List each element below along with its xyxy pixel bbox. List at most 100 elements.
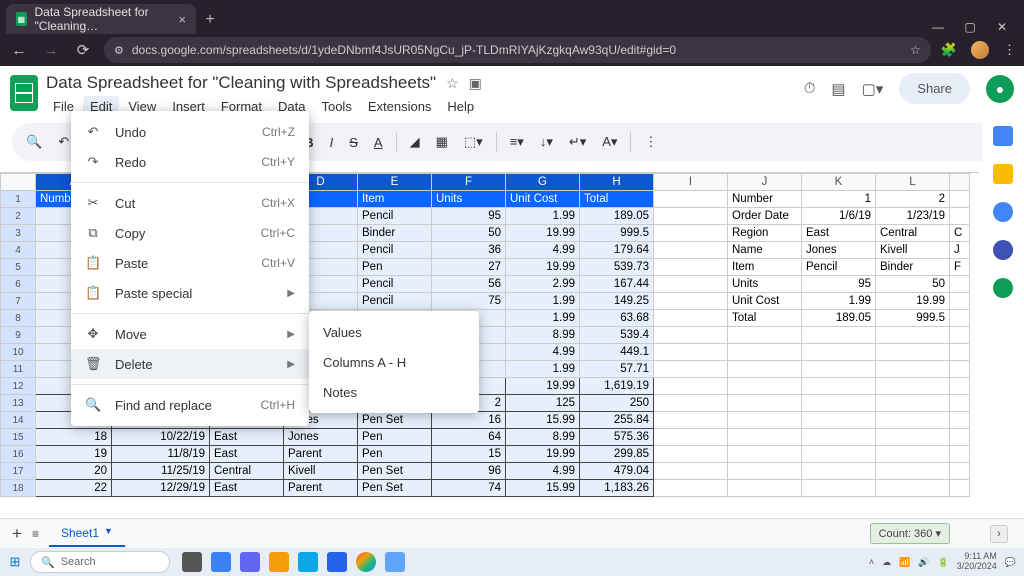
cell[interactable]: 56 [432, 276, 506, 293]
cell[interactable] [654, 327, 728, 344]
cell[interactable]: 189.05 [802, 310, 876, 327]
notifications-icon[interactable]: 💬 [1005, 557, 1016, 568]
cell[interactable]: 1.99 [506, 310, 580, 327]
delete-submenu-notes[interactable]: Notes [309, 377, 479, 407]
explorer-icon[interactable] [269, 552, 289, 572]
app-icon[interactable] [385, 552, 405, 572]
cell[interactable]: 19.99 [506, 378, 580, 395]
cell[interactable]: Name [728, 242, 802, 259]
row-header[interactable]: 4 [1, 242, 36, 259]
cell[interactable]: 189.05 [580, 208, 654, 225]
meet-icon[interactable]: ▢▾ [862, 80, 884, 98]
tasks-panel-icon[interactable] [993, 202, 1013, 222]
cell[interactable]: 1.99 [506, 208, 580, 225]
row-header[interactable]: 10 [1, 344, 36, 361]
cell[interactable] [728, 446, 802, 463]
cell[interactable]: Pen Set [358, 412, 432, 429]
cell[interactable] [654, 480, 728, 497]
tray-chevron-icon[interactable]: ˄ [869, 557, 874, 567]
cell[interactable]: 1.99 [506, 293, 580, 310]
cell[interactable] [654, 191, 728, 208]
cell[interactable]: 4.99 [506, 344, 580, 361]
cell[interactable] [950, 446, 970, 463]
edit-menu-delete[interactable]: 🗑Delete▶ [71, 349, 309, 379]
cell[interactable]: 2 [876, 191, 950, 208]
cell[interactable] [802, 378, 876, 395]
cell[interactable]: 1.99 [802, 293, 876, 310]
row-header[interactable]: 13 [1, 395, 36, 412]
search-tool-icon[interactable]: 🔍 [20, 130, 48, 154]
start-button[interactable]: ⊞ [0, 554, 30, 570]
cell[interactable] [950, 429, 970, 446]
all-sheets-button[interactable]: ≡ [32, 527, 39, 541]
cell[interactable]: Pencil [802, 259, 876, 276]
store-icon[interactable] [327, 552, 347, 572]
column-header-H[interactable]: H [580, 174, 654, 191]
cell[interactable] [654, 208, 728, 225]
cell[interactable] [876, 446, 950, 463]
cell[interactable] [728, 327, 802, 344]
row-header[interactable]: 1 [1, 191, 36, 208]
cell[interactable] [950, 208, 970, 225]
cell[interactable] [876, 344, 950, 361]
halign-button[interactable]: ≡▾ [504, 130, 530, 154]
cell[interactable]: 149.25 [580, 293, 654, 310]
cell[interactable] [654, 463, 728, 480]
cell[interactable]: 250 [580, 395, 654, 412]
widgets-icon[interactable] [211, 552, 231, 572]
cell[interactable] [950, 344, 970, 361]
cell[interactable]: 63.68 [580, 310, 654, 327]
text-color-button[interactable]: A [368, 131, 389, 154]
cell[interactable]: 12/29/19 [112, 480, 210, 497]
delete-submenu-values[interactable]: Values [309, 317, 479, 347]
row-header[interactable]: 5 [1, 259, 36, 276]
cell[interactable] [802, 429, 876, 446]
cell[interactable] [950, 327, 970, 344]
row-header[interactable]: 17 [1, 463, 36, 480]
cell[interactable] [950, 412, 970, 429]
cell[interactable]: 1,183.26 [580, 480, 654, 497]
edit-menu-paste-special[interactable]: 📋Paste special▶ [71, 278, 309, 308]
profile-avatar-icon[interactable] [971, 41, 989, 59]
row-header[interactable]: 15 [1, 429, 36, 446]
calendar-panel-icon[interactable] [993, 126, 1013, 146]
cell[interactable]: Units [728, 276, 802, 293]
row-header[interactable]: 11 [1, 361, 36, 378]
cell[interactable] [802, 463, 876, 480]
row-header[interactable]: 3 [1, 225, 36, 242]
cell[interactable]: 167.44 [580, 276, 654, 293]
column-header-G[interactable]: G [506, 174, 580, 191]
cell[interactable]: Kivell [876, 242, 950, 259]
row-header[interactable]: 18 [1, 480, 36, 497]
cell[interactable] [728, 463, 802, 480]
valign-button[interactable]: ↓▾ [534, 130, 559, 154]
cell[interactable]: Item [728, 259, 802, 276]
cell[interactable] [876, 412, 950, 429]
comments-icon[interactable]: ▤ [831, 80, 845, 98]
row-header[interactable]: 6 [1, 276, 36, 293]
cell[interactable]: 999.5 [876, 310, 950, 327]
fill-color-button[interactable]: ◢ [404, 130, 426, 154]
cell[interactable]: East [802, 225, 876, 242]
cell[interactable] [802, 344, 876, 361]
taskbar-search[interactable]: 🔍 Search [30, 551, 170, 573]
cell[interactable]: 16 [432, 412, 506, 429]
cell[interactable]: 96 [432, 463, 506, 480]
row-header[interactable]: 16 [1, 446, 36, 463]
cell[interactable]: Total [728, 310, 802, 327]
edit-menu-copy[interactable]: ⧉CopyCtrl+C [71, 218, 309, 248]
cell[interactable] [654, 242, 728, 259]
cell[interactable]: F [950, 259, 970, 276]
cell[interactable]: Pen Set [358, 463, 432, 480]
cell[interactable] [654, 225, 728, 242]
cell[interactable]: East [210, 429, 284, 446]
cell[interactable]: 19.99 [506, 446, 580, 463]
cell[interactable]: Pen [358, 446, 432, 463]
cell[interactable]: 479.04 [580, 463, 654, 480]
column-header-E[interactable]: E [358, 174, 432, 191]
row-header[interactable]: 2 [1, 208, 36, 225]
cell[interactable]: 255.84 [580, 412, 654, 429]
cell[interactable]: 11/8/19 [112, 446, 210, 463]
merge-button[interactable]: ⬚▾ [458, 130, 489, 154]
cell[interactable] [654, 429, 728, 446]
